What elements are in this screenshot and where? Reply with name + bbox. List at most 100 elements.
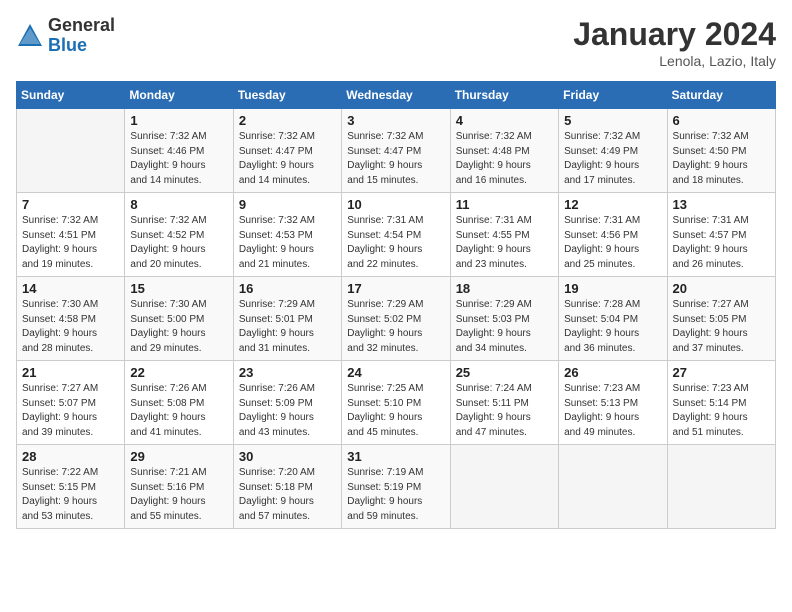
day-number: 30 [239, 449, 336, 464]
logo-icon [16, 22, 44, 50]
day-info: Sunrise: 7:29 AMSunset: 5:01 PMDaylight:… [239, 298, 336, 356]
day-info: Sunrise: 7:32 AMSunset: 4:47 PMDaylight:… [347, 130, 444, 188]
calendar-cell: 6Sunrise: 7:32 AMSunset: 4:50 PMDaylight… [667, 109, 775, 193]
calendar-cell: 17 Sunrise: 7:29 AMSunset: 5:02 PMDayligh… [342, 277, 450, 361]
calendar-header-row: SundayMondayTuesdayWednesdayThursdayFrid… [17, 82, 776, 109]
column-header-tuesday: Tuesday [233, 82, 341, 109]
day-number: 25 [456, 365, 553, 380]
day-info: Sunrise: 7:21 AMSunset: 5:16 PMDaylight:… [130, 466, 227, 524]
calendar-cell: 7 Sunrise: 7:32 AMSunset: 4:51 PMDaylight… [17, 193, 125, 277]
calendar-cell: 24 Sunrise: 7:25 AMSunset: 5:10 PMDayligh… [342, 361, 450, 445]
day-number: 11 [456, 197, 553, 212]
calendar-cell: 21 Sunrise: 7:27 AMSunset: 5:07 PMDayligh… [17, 361, 125, 445]
day-number: 16 [239, 281, 336, 296]
day-number: 7 [22, 197, 119, 212]
day-info: Sunrise: 7:28 AMSunset: 5:04 PMDaylight:… [564, 298, 661, 356]
calendar-cell: 10Sunrise: 7:31 AMSunset: 4:54 PMDayligh… [342, 193, 450, 277]
day-info: Sunrise: 7:32 AMSunset: 4:48 PMDaylight:… [456, 130, 553, 188]
day-info: Sunrise: 7:32 AMSunset: 4:49 PMDaylight:… [564, 130, 661, 188]
calendar-cell: 13Sunrise: 7:31 AMSunset: 4:57 PMDayligh… [667, 193, 775, 277]
calendar-cell: 8 Sunrise: 7:32 AMSunset: 4:52 PMDaylight… [125, 193, 233, 277]
column-header-monday: Monday [125, 82, 233, 109]
calendar-week-row: 28 Sunrise: 7:22 AMSunset: 5:15 PMDayligh… [17, 445, 776, 529]
day-info: Sunrise: 7:32 AMSunset: 4:47 PMDaylight:… [239, 130, 336, 188]
day-info: Sunrise: 7:30 AMSunset: 5:00 PMDaylight:… [130, 298, 227, 356]
calendar-cell: 23 Sunrise: 7:26 AMSunset: 5:09 PMDayligh… [233, 361, 341, 445]
day-info: Sunrise: 7:30 AMSunset: 4:58 PMDaylight:… [22, 298, 119, 356]
calendar-cell [559, 445, 667, 529]
calendar-cell: 9 Sunrise: 7:32 AMSunset: 4:53 PMDaylight… [233, 193, 341, 277]
day-number: 24 [347, 365, 444, 380]
day-info: Sunrise: 7:29 AMSunset: 5:02 PMDaylight:… [347, 298, 444, 356]
day-info: Sunrise: 7:31 AMSunset: 4:56 PMDaylight:… [564, 214, 661, 272]
day-info: Sunrise: 7:20 AMSunset: 5:18 PMDaylight:… [239, 466, 336, 524]
calendar-cell: 3 Sunrise: 7:32 AMSunset: 4:47 PMDaylight… [342, 109, 450, 193]
day-number: 17 [347, 281, 444, 296]
column-header-friday: Friday [559, 82, 667, 109]
column-header-sunday: Sunday [17, 82, 125, 109]
day-info: Sunrise: 7:29 AMSunset: 5:03 PMDaylight:… [456, 298, 553, 356]
day-number: 2 [239, 113, 336, 128]
day-number: 9 [239, 197, 336, 212]
day-number: 21 [22, 365, 119, 380]
calendar-cell: 28 Sunrise: 7:22 AMSunset: 5:15 PMDayligh… [17, 445, 125, 529]
day-info: Sunrise: 7:25 AMSunset: 5:10 PMDaylight:… [347, 382, 444, 440]
day-info: Sunrise: 7:27 AMSunset: 5:05 PMDaylight:… [673, 298, 770, 356]
column-header-wednesday: Wednesday [342, 82, 450, 109]
day-number: 27 [673, 365, 770, 380]
day-info: Sunrise: 7:32 AMSunset: 4:52 PMDaylight:… [130, 214, 227, 272]
day-info: Sunrise: 7:22 AMSunset: 5:15 PMDaylight:… [22, 466, 119, 524]
day-info: Sunrise: 7:19 AMSunset: 5:19 PMDaylight:… [347, 466, 444, 524]
calendar-subtitle: Lenola, Lazio, Italy [573, 53, 776, 69]
calendar-cell: 2 Sunrise: 7:32 AMSunset: 4:47 PMDaylight… [233, 109, 341, 193]
day-number: 12 [564, 197, 661, 212]
calendar-cell: 1Sunrise: 7:32 AMSunset: 4:46 PMDaylight… [125, 109, 233, 193]
day-info: Sunrise: 7:26 AMSunset: 5:09 PMDaylight:… [239, 382, 336, 440]
calendar-cell: 5 Sunrise: 7:32 AMSunset: 4:49 PMDaylight… [559, 109, 667, 193]
day-number: 31 [347, 449, 444, 464]
day-number: 20 [673, 281, 770, 296]
day-info: Sunrise: 7:32 AMSunset: 4:53 PMDaylight:… [239, 214, 336, 272]
calendar-week-row: 21 Sunrise: 7:27 AMSunset: 5:07 PMDayligh… [17, 361, 776, 445]
day-number: 6 [673, 113, 770, 128]
logo-blue-text: Blue [48, 36, 115, 56]
calendar-cell: 16 Sunrise: 7:29 AMSunset: 5:01 PMDayligh… [233, 277, 341, 361]
calendar-cell: 31 Sunrise: 7:19 AMSunset: 5:19 PMDayligh… [342, 445, 450, 529]
day-number: 15 [130, 281, 227, 296]
calendar-table: SundayMondayTuesdayWednesdayThursdayFrid… [16, 81, 776, 529]
day-info: Sunrise: 7:23 AMSunset: 5:13 PMDaylight:… [564, 382, 661, 440]
logo: General Blue [16, 16, 115, 56]
day-number: 28 [22, 449, 119, 464]
day-number: 22 [130, 365, 227, 380]
title-block: January 2024 Lenola, Lazio, Italy [573, 16, 776, 69]
day-number: 5 [564, 113, 661, 128]
calendar-cell: 22 Sunrise: 7:26 AMSunset: 5:08 PMDayligh… [125, 361, 233, 445]
calendar-cell: 19 Sunrise: 7:28 AMSunset: 5:04 PMDayligh… [559, 277, 667, 361]
calendar-cell: 26Sunrise: 7:23 AMSunset: 5:13 PMDayligh… [559, 361, 667, 445]
logo-general-text: General [48, 16, 115, 36]
day-info: Sunrise: 7:31 AMSunset: 4:57 PMDaylight:… [673, 214, 770, 272]
column-header-saturday: Saturday [667, 82, 775, 109]
day-number: 1 [130, 113, 227, 128]
day-number: 18 [456, 281, 553, 296]
day-info: Sunrise: 7:27 AMSunset: 5:07 PMDaylight:… [22, 382, 119, 440]
day-info: Sunrise: 7:26 AMSunset: 5:08 PMDaylight:… [130, 382, 227, 440]
calendar-cell: 4Sunrise: 7:32 AMSunset: 4:48 PMDaylight… [450, 109, 558, 193]
day-number: 8 [130, 197, 227, 212]
day-info: Sunrise: 7:23 AMSunset: 5:14 PMDaylight:… [673, 382, 770, 440]
calendar-cell [450, 445, 558, 529]
day-info: Sunrise: 7:24 AMSunset: 5:11 PMDaylight:… [456, 382, 553, 440]
day-number: 19 [564, 281, 661, 296]
calendar-cell: 29Sunrise: 7:21 AMSunset: 5:16 PMDayligh… [125, 445, 233, 529]
calendar-title: January 2024 [573, 16, 776, 53]
page-header: General Blue January 2024 Lenola, Lazio,… [16, 16, 776, 69]
column-header-thursday: Thursday [450, 82, 558, 109]
calendar-cell: 18 Sunrise: 7:29 AMSunset: 5:03 PMDayligh… [450, 277, 558, 361]
day-info: Sunrise: 7:32 AMSunset: 4:51 PMDaylight:… [22, 214, 119, 272]
logo-text: General Blue [48, 16, 115, 56]
day-number: 23 [239, 365, 336, 380]
day-number: 10 [347, 197, 444, 212]
calendar-cell: 27 Sunrise: 7:23 AMSunset: 5:14 PMDayligh… [667, 361, 775, 445]
day-number: 3 [347, 113, 444, 128]
calendar-cell: 20 Sunrise: 7:27 AMSunset: 5:05 PMDayligh… [667, 277, 775, 361]
